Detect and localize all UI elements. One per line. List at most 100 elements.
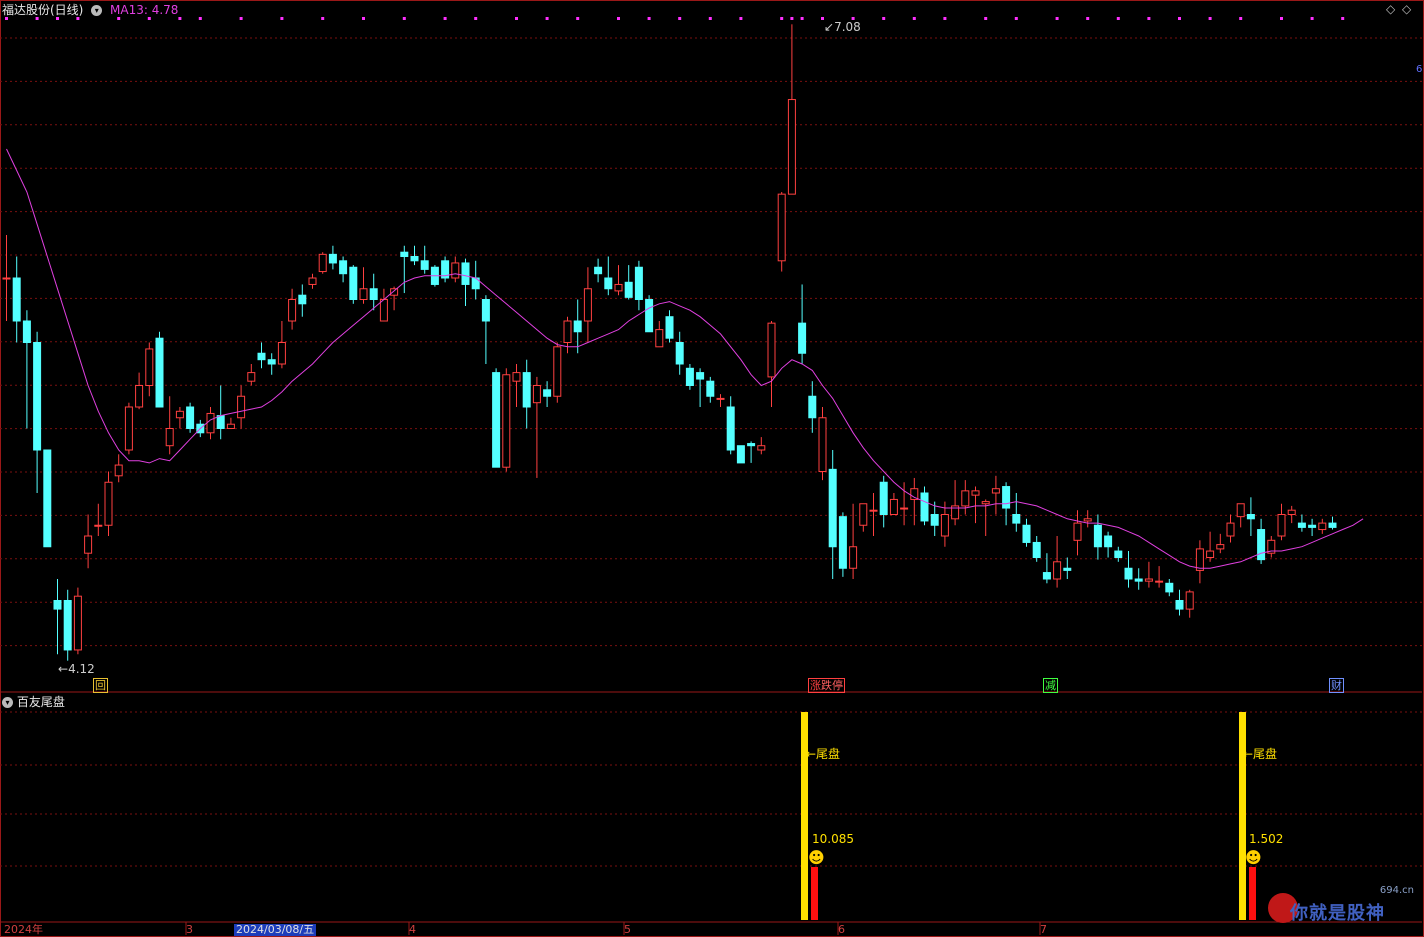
candle-body[interactable] (1022, 524, 1031, 543)
signal-bar-red[interactable] (811, 867, 818, 920)
candle-body[interactable] (277, 342, 286, 365)
candle-body[interactable] (114, 464, 123, 477)
candle-body[interactable] (359, 288, 368, 300)
marker-hui[interactable]: 回 (93, 678, 108, 693)
candle-body[interactable] (124, 406, 133, 451)
candle-body[interactable] (991, 488, 1000, 494)
candle-body[interactable] (1185, 591, 1194, 610)
candle-body[interactable] (849, 546, 858, 569)
kline-chart[interactable] (0, 0, 1424, 937)
candle-body[interactable] (1175, 600, 1184, 610)
candle-body[interactable] (1124, 567, 1133, 580)
candle-body[interactable] (971, 490, 980, 496)
candle-body[interactable] (94, 524, 103, 527)
candle-body[interactable] (1155, 580, 1164, 583)
candle-body[interactable] (655, 329, 664, 348)
candle-body[interactable] (135, 385, 144, 408)
candle-body[interactable] (543, 389, 552, 397)
candle-body[interactable] (1246, 514, 1255, 520)
candle-body[interactable] (767, 322, 776, 378)
candle-body[interactable] (349, 266, 358, 300)
candle-body[interactable] (889, 498, 898, 516)
candle-body[interactable] (318, 253, 327, 273)
candle-body[interactable] (706, 380, 715, 397)
candle-body[interactable] (155, 337, 164, 408)
candle-body[interactable] (165, 428, 174, 447)
candle-body[interactable] (563, 320, 572, 343)
candle-body[interactable] (1216, 544, 1225, 550)
candle-body[interactable] (859, 503, 868, 526)
candle-body[interactable] (1328, 522, 1337, 528)
candle-body[interactable] (1104, 535, 1113, 548)
candle-body[interactable] (696, 372, 705, 380)
candle-body[interactable] (900, 507, 909, 510)
candle-body[interactable] (665, 316, 674, 339)
candle-body[interactable] (73, 595, 82, 651)
signal-bar-red[interactable] (1249, 867, 1256, 920)
candle-body[interactable] (1226, 522, 1235, 537)
candle-body[interactable] (1032, 541, 1041, 559)
candle-body[interactable] (1195, 548, 1204, 571)
candle-body[interactable] (675, 342, 684, 365)
candle-body[interactable] (2, 277, 11, 280)
candle-body[interactable] (777, 193, 786, 262)
candle-body[interactable] (1277, 514, 1286, 537)
candle-body[interactable] (492, 372, 501, 468)
candle-body[interactable] (12, 277, 21, 322)
candle-body[interactable] (1073, 522, 1082, 541)
candle-body[interactable] (400, 251, 409, 257)
candle-body[interactable] (84, 535, 93, 554)
candle-body[interactable] (716, 397, 725, 400)
candle-body[interactable] (226, 423, 235, 430)
candle-body[interactable] (604, 277, 613, 290)
candle-body[interactable] (104, 481, 113, 526)
candle-body[interactable] (22, 320, 31, 343)
candle-body[interactable] (614, 283, 623, 292)
candle-body[interactable] (808, 395, 817, 419)
candle-body[interactable] (1063, 567, 1072, 571)
candle-body[interactable] (1042, 572, 1051, 580)
candle-body[interactable] (594, 266, 603, 275)
candle-body[interactable] (645, 299, 654, 333)
chevron-down-icon[interactable]: ▾ (2, 697, 13, 708)
candle-body[interactable] (206, 412, 215, 434)
candle-body[interactable] (930, 514, 939, 526)
candle-body[interactable] (1318, 522, 1327, 531)
marker-cai[interactable]: 财 (1329, 678, 1344, 693)
close-icon[interactable]: ◇ (1402, 2, 1411, 16)
candle-body[interactable] (1083, 518, 1092, 522)
candle-body[interactable] (634, 266, 643, 300)
candle-body[interactable] (573, 320, 582, 333)
marker-zhang[interactable]: 涨跌停 (808, 678, 845, 693)
candle-body[interactable] (685, 367, 694, 386)
candle-body[interactable] (481, 299, 490, 322)
candle-body[interactable] (33, 342, 42, 451)
candle-body[interactable] (747, 443, 756, 447)
candle-body[interactable] (787, 99, 796, 195)
candle-body[interactable] (1012, 514, 1021, 524)
scroll-up-icon[interactable]: ◇ (1386, 2, 1395, 16)
candle-body[interactable] (451, 262, 460, 279)
candle-body[interactable] (53, 600, 62, 610)
candle-body[interactable] (981, 501, 990, 505)
candle-body[interactable] (828, 468, 837, 548)
candle-body[interactable] (869, 509, 878, 512)
candle-body[interactable] (1144, 578, 1153, 582)
candle-body[interactable] (624, 281, 633, 298)
candle-body[interactable] (1236, 503, 1245, 518)
candle-body[interactable] (339, 260, 348, 275)
candle-body[interactable] (63, 600, 72, 651)
candle-body[interactable] (1287, 509, 1296, 516)
candle-body[interactable] (175, 410, 184, 419)
candle-body[interactable] (553, 346, 562, 397)
candle-body[interactable] (961, 490, 970, 507)
candle-body[interactable] (216, 415, 225, 430)
candle-body[interactable] (798, 322, 807, 354)
candle-body[interactable] (940, 514, 949, 537)
candle-body[interactable] (1134, 578, 1143, 582)
candle-body[interactable] (410, 256, 419, 262)
candle-body[interactable] (461, 262, 470, 285)
indicator-title[interactable]: ▾ 百友尾盘 (2, 694, 65, 710)
candle-body[interactable] (502, 374, 511, 468)
candle-body[interactable] (247, 372, 256, 382)
